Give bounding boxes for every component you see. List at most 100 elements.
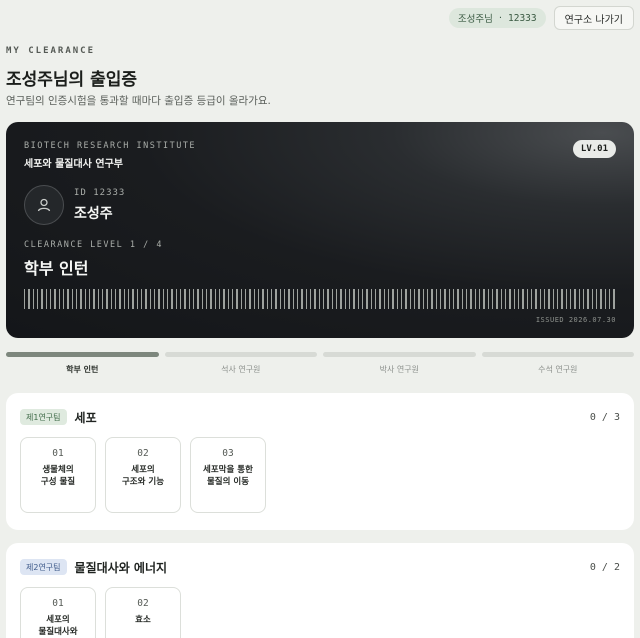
barcode-line: [436, 289, 437, 309]
lesson-title: 생물체의 구성 물질: [40, 465, 76, 487]
barcode-line: [102, 289, 103, 309]
barcode-line: [592, 289, 593, 309]
clearance-card: BIOTECH RESEARCH INSTITUTE 세포와 물질대사 연구부 …: [6, 122, 634, 338]
barcode-line: [609, 289, 610, 309]
barcode-line: [548, 289, 550, 309]
barcode-line: [284, 289, 285, 309]
barcode-line: [401, 289, 402, 309]
barcode-line: [501, 289, 502, 309]
barcode-line: [492, 289, 493, 309]
progress-step-label: 석사 연구원: [221, 365, 261, 374]
barcode-line: [85, 289, 86, 309]
barcode-line: [397, 289, 398, 309]
barcode-line: [119, 289, 121, 309]
barcode-line: [111, 289, 112, 309]
lesson-card[interactable]: 02 효소: [105, 587, 181, 638]
lesson-title: 세포의 물질대사와: [38, 615, 78, 637]
lesson-title: 세포의 구조와 기능: [121, 465, 165, 487]
barcode-line: [466, 289, 467, 309]
lesson-card[interactable]: 02 세포의 구조와 기능: [105, 437, 181, 513]
barcode-line: [353, 289, 355, 309]
barcode-line: [444, 289, 446, 309]
barcode-line: [236, 289, 238, 309]
barcode-line: [228, 289, 229, 309]
issued-date: ISSUED 2026.07.30: [535, 316, 616, 324]
section-count: 0 / 3: [589, 411, 620, 423]
barcode-line: [258, 289, 259, 309]
user-name: 조성주님: [457, 14, 493, 25]
barcode-line: [605, 289, 606, 309]
lesson-card[interactable]: 01 생물체의 구성 물질: [20, 437, 96, 513]
barcode-line: [600, 289, 602, 309]
lesson-card[interactable]: 01 세포의 물질대사와: [20, 587, 96, 638]
barcode-line: [141, 289, 142, 309]
barcode-line: [470, 289, 472, 309]
lesson-number: 01: [52, 598, 64, 609]
barcode-line: [405, 289, 407, 309]
barcode-line: [158, 289, 160, 309]
barcode-line: [449, 289, 450, 309]
barcode-line: [206, 289, 207, 309]
barcode-line: [587, 289, 589, 309]
section-title: 세포: [74, 410, 97, 425]
barcode-line: [379, 289, 381, 309]
progress-step: 석사 연구원: [164, 352, 317, 375]
barcode-line: [288, 289, 290, 309]
barcode-line: [596, 289, 597, 309]
barcode-line: [349, 289, 350, 309]
barcode-line: [496, 289, 498, 309]
barcode-line: [171, 289, 173, 309]
barcode-line: [531, 289, 532, 309]
barcode-line: [483, 289, 485, 309]
lesson-number: 02: [137, 598, 149, 609]
barcode-line: [462, 289, 463, 309]
page-eyebrow: MY CLEARANCE: [6, 46, 96, 56]
barcode-line: [41, 289, 43, 309]
separator-dot: ·: [498, 12, 502, 24]
barcode-line: [59, 289, 60, 309]
barcode-line: [293, 289, 294, 309]
barcode-line: [223, 289, 225, 309]
section-title: 물질대사와 에너지: [74, 560, 168, 575]
barcode-line: [362, 289, 363, 309]
barcode-line: [570, 289, 571, 309]
barcode-line: [327, 289, 329, 309]
user-icon: [37, 198, 51, 212]
barcode-line: [115, 289, 116, 309]
lesson-list: 01 세포의 물질대사와 02 효소: [20, 587, 181, 638]
section-header: 제2연구팀 물질대사와 에너지 0 / 2: [20, 558, 620, 576]
barcode-line: [366, 289, 368, 309]
research-team-section: 제2연구팀 물질대사와 에너지 0 / 2 01 세포의 물질대사와 02 효소: [6, 543, 634, 638]
barcode-line: [132, 289, 134, 309]
lesson-card[interactable]: 03 세포막을 통한 물질의 이동: [190, 437, 266, 513]
barcode-line: [63, 289, 64, 309]
section-count: 0 / 2: [589, 561, 620, 573]
barcode-line: [89, 289, 90, 309]
barcode-line: [544, 289, 545, 309]
section-header: 제1연구팀 세포 0 / 3: [20, 408, 620, 426]
barcode-line: [566, 289, 567, 309]
barcode-line: [613, 289, 615, 309]
barcode-line: [128, 289, 129, 309]
barcode-line: [93, 289, 95, 309]
lesson-list: 01 생물체의 구성 물질 02 세포의 구조와 기능 03 세포막을 통한 물…: [20, 437, 266, 513]
barcode-line: [193, 289, 194, 309]
barcode-line: [384, 289, 385, 309]
user-id: 12333: [508, 12, 537, 24]
barcode-line: [574, 289, 576, 309]
barcode-line: [336, 289, 337, 309]
clearance-level-name: 학부 인턴: [24, 259, 89, 278]
progress-step-label: 수석 연구원: [538, 365, 578, 374]
barcode-line: [37, 289, 38, 309]
barcode-line: [392, 289, 394, 309]
barcode-line: [80, 289, 82, 309]
barcode-line: [518, 289, 519, 309]
barcode-line: [323, 289, 324, 309]
barcode-line: [280, 289, 281, 309]
exit-lab-button[interactable]: 연구소 나가기: [553, 6, 634, 30]
barcode-line: [210, 289, 212, 309]
level-progress: 학부 인턴 석사 연구원 박사 연구원 수석 연구원: [6, 352, 634, 375]
team-badge: 제1연구팀: [20, 409, 67, 425]
card-department: 세포와 물질대사 연구부: [24, 159, 123, 170]
barcode-line: [557, 289, 558, 309]
